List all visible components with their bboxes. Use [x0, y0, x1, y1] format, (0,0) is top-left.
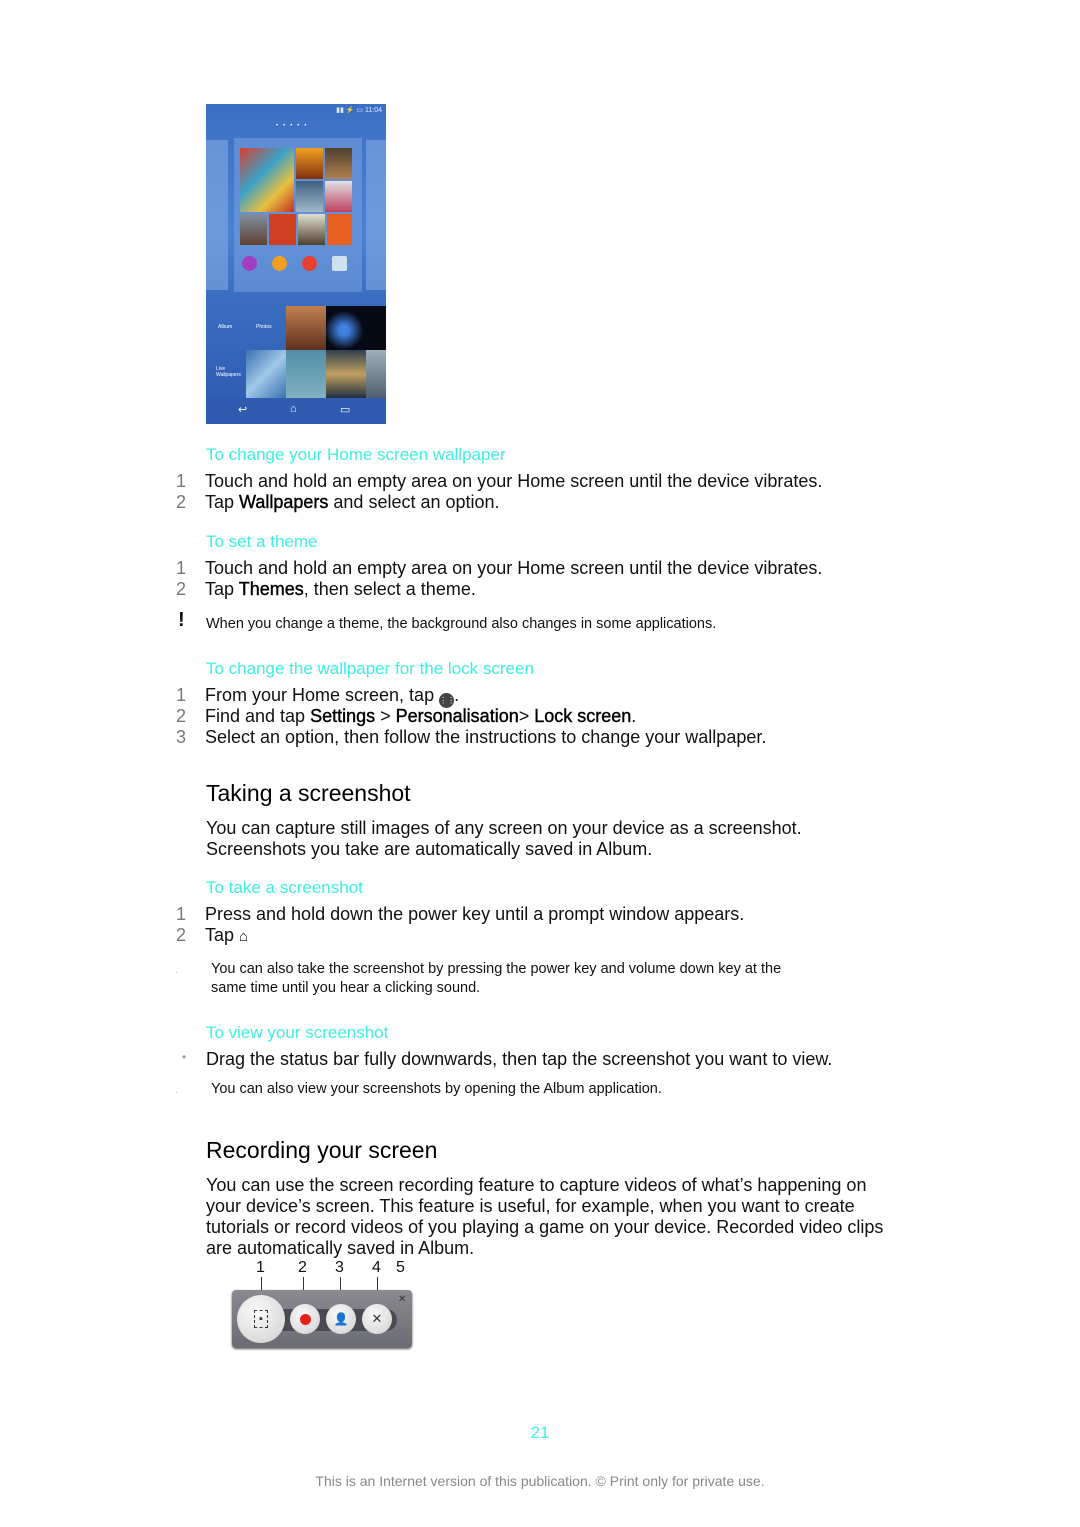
- take-screenshot-heading: To take a screenshot: [206, 878, 363, 897]
- page-number: 21: [530, 1423, 550, 1442]
- theme-note: When you change a theme, the background …: [206, 616, 717, 632]
- step-number: 2: [176, 492, 187, 512]
- step-text: Find and tap: [205, 706, 311, 726]
- status-bar: ▮▮ ⚡ ▭ 11:04: [336, 107, 382, 114]
- paragraph-line: You can use the screen recording feature…: [206, 1175, 867, 1195]
- view-screenshot-heading: To view your screenshot: [206, 1023, 389, 1042]
- step-number: 2: [176, 706, 187, 726]
- album-app-icon: [272, 256, 287, 271]
- movies-app-icon: [302, 256, 317, 271]
- list-item: 2 Tap Wallpapers and select an option.: [176, 492, 500, 513]
- list-item: 2 Tap ⌂: [176, 925, 248, 947]
- step-text: .: [454, 685, 460, 705]
- callout-1: 1: [256, 1259, 265, 1276]
- ui-term-personalisation: Personalisation: [395, 706, 519, 726]
- tip-marker: ·: [175, 968, 178, 977]
- screenshot-tip: You can also take the screenshot by pres…: [211, 960, 781, 998]
- paragraph-line: You can capture still images of any scre…: [206, 818, 802, 838]
- tip-marker: ·: [175, 1088, 178, 1097]
- paragraph-line: Screenshots you take are automatically s…: [206, 839, 653, 859]
- step-number: 2: [176, 579, 187, 599]
- tools-icon: ✕: [371, 1311, 383, 1326]
- ui-term-settings: Settings: [310, 706, 376, 726]
- record-icon: [299, 1313, 311, 1325]
- recording-title: Recording your screen: [206, 1137, 438, 1163]
- paragraph-line: are automatically saved in Album.: [206, 1238, 475, 1258]
- warning-icon: !: [178, 609, 185, 631]
- step-text: .: [631, 706, 637, 726]
- recording-intro: You can use the screen recording feature…: [206, 1175, 906, 1259]
- ui-term-lock-screen: Lock screen: [534, 706, 632, 726]
- wallpaper-picker: Album Photos Live Wallpapers: [206, 306, 386, 398]
- separator: >: [375, 706, 396, 726]
- step-number: 1: [176, 904, 187, 924]
- step-text: Tap: [205, 925, 240, 945]
- recent-apps-icon: ▭: [340, 404, 351, 416]
- step-text: Tap: [205, 579, 239, 599]
- page-indicator-dots: •••••: [276, 123, 312, 129]
- capture-frame-button[interactable]: ▪: [237, 1295, 285, 1343]
- navigation-bar: ↩ ⌂ ▭: [206, 398, 386, 424]
- list-item: 2 Find and tap Settings > Personalisation…: [176, 706, 636, 727]
- separator: >: [518, 706, 535, 726]
- step-text: Touch and hold an empty area on your Hom…: [205, 558, 823, 578]
- callout-2: 2: [298, 1259, 307, 1276]
- step-text: and select an option.: [328, 492, 500, 512]
- callout-5: 5: [396, 1259, 405, 1276]
- step-text: Press and hold down the power key until …: [205, 904, 745, 924]
- set-theme-heading: To set a theme: [206, 532, 318, 551]
- record-button[interactable]: [290, 1304, 320, 1334]
- photos-option: Photos: [256, 324, 272, 330]
- folder-icon: [332, 256, 347, 271]
- callout-3: 3: [335, 1259, 344, 1276]
- list-item: 3 Select an option, then follow the instr…: [176, 727, 766, 748]
- step-number: 3: [176, 727, 187, 747]
- footer-notice: This is an Internet version of this publ…: [315, 1473, 765, 1489]
- live-wallpapers-option: Live Wallpapers: [216, 366, 241, 378]
- step-number: 2: [176, 925, 187, 945]
- tip-line: same time until you hear a clicking soun…: [211, 980, 481, 996]
- tip-line: You can also take the screenshot by pres…: [211, 961, 782, 977]
- widget-panel: [234, 138, 362, 292]
- callout-4: 4: [372, 1259, 381, 1276]
- list-item: 1 From your Home screen, tap ⋮⋮.: [176, 685, 459, 708]
- bullet-icon: •: [182, 1050, 187, 1064]
- list-item: 2 Tap Themes, then select a theme.: [176, 579, 476, 600]
- step-text: From your Home screen, tap: [205, 685, 440, 705]
- step-number: 1: [176, 471, 187, 491]
- person-icon: 👤: [333, 1312, 349, 1326]
- screen-recorder-widget: ▪ 👤 ✕ ✕: [232, 1290, 412, 1348]
- step-text: Touch and hold an empty area on your Hom…: [205, 471, 823, 491]
- home-wallpaper-heading: To change your Home screen wallpaper: [206, 445, 506, 464]
- home-icon: ⌂: [290, 403, 297, 415]
- album-option: Album: [218, 324, 233, 330]
- ui-term-wallpapers: Wallpapers: [239, 492, 329, 512]
- close-icon[interactable]: ✕: [398, 1294, 406, 1305]
- taking-screenshot-title: Taking a screenshot: [206, 780, 411, 806]
- ui-term-themes: Themes: [238, 579, 304, 599]
- paragraph-line: your device’s screen. This feature is us…: [206, 1196, 855, 1216]
- lock-wallpaper-heading: To change the wallpaper for the lock scr…: [206, 659, 534, 678]
- settings-button[interactable]: ✕: [362, 1304, 392, 1334]
- step-number: 1: [176, 685, 187, 705]
- screenshot-intro: You can capture still images of any scre…: [206, 818, 906, 860]
- back-icon: ↩: [238, 404, 248, 416]
- view-screenshot-tip: You can also view your screenshots by op…: [211, 1081, 662, 1097]
- front-camera-button[interactable]: 👤: [326, 1304, 356, 1334]
- home-screen-illustration: ▮▮ ⚡ ▭ 11:04 ••••• Album Photos Live Wal…: [206, 104, 386, 424]
- walkman-app-icon: [242, 256, 257, 271]
- paragraph-line: tutorials or record videos of you playin…: [206, 1217, 884, 1237]
- list-item: 1 Touch and hold an empty area on your Ho…: [176, 471, 822, 492]
- list-item: 1 Touch and hold an empty area on your Ho…: [176, 558, 822, 579]
- step-text: Tap: [205, 492, 240, 512]
- home-icon: ⌂: [239, 928, 249, 945]
- list-item: 1 Press and hold down the power key until…: [176, 904, 744, 925]
- capture-frame-icon: ▪: [254, 1310, 268, 1328]
- step-text: , then select a theme.: [303, 579, 476, 599]
- step-number: 1: [176, 558, 187, 578]
- view-screenshot-step: Drag the status bar fully downwards, the…: [206, 1049, 833, 1069]
- step-text: Select an option, then follow the instru…: [205, 727, 767, 747]
